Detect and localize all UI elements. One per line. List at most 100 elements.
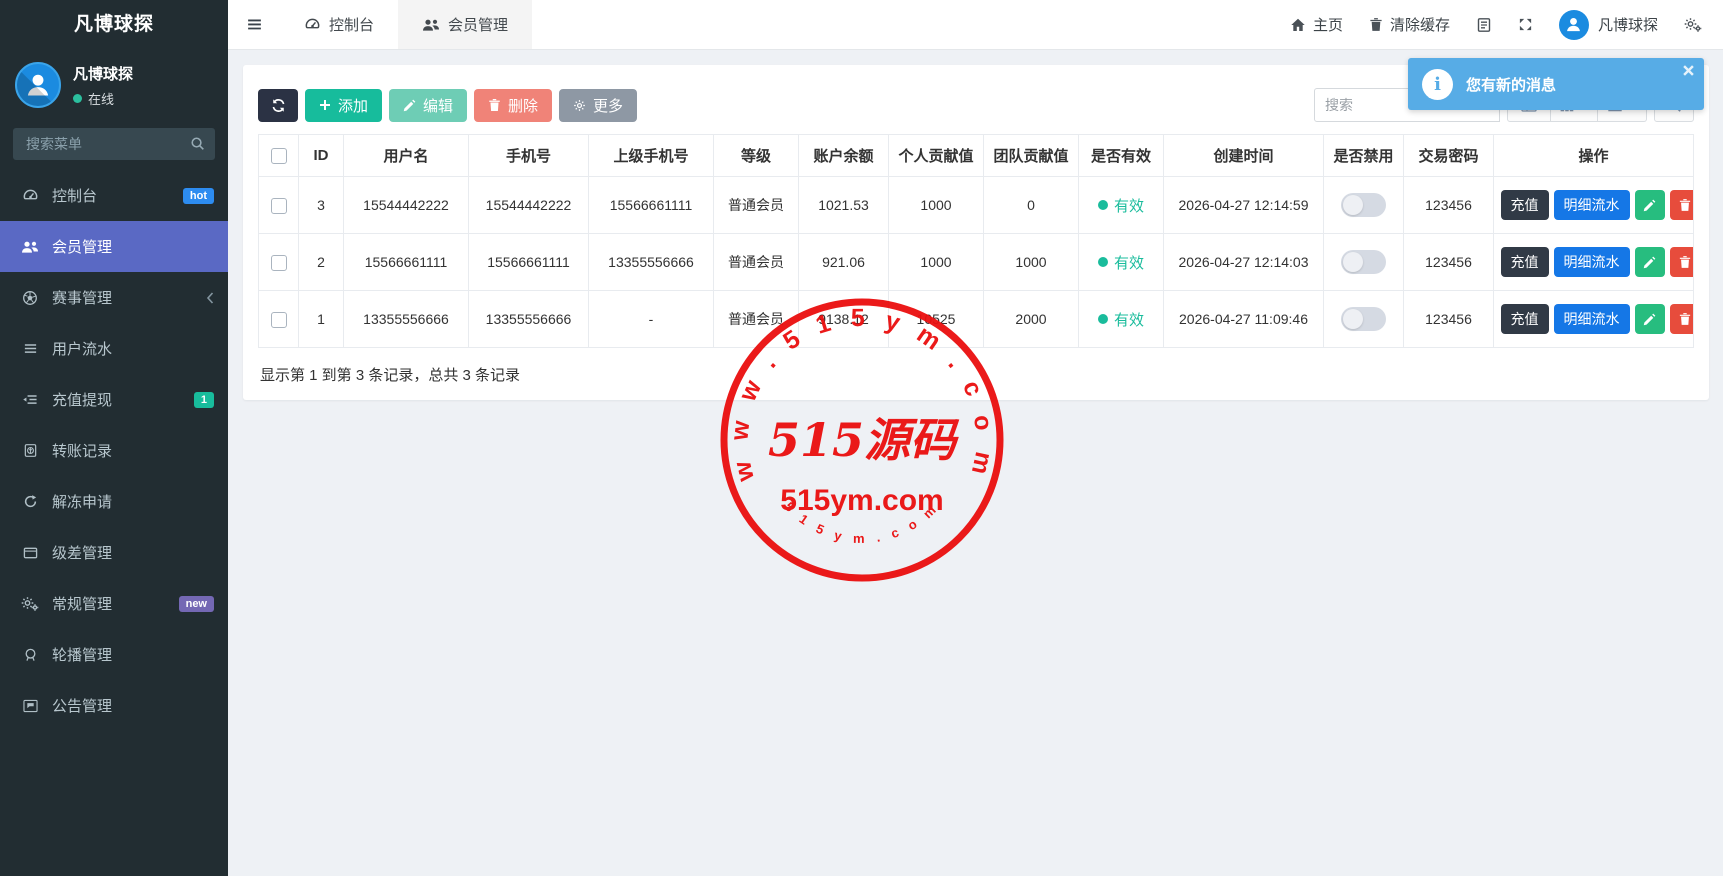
more-label: 更多	[593, 95, 623, 116]
sidebar-item-2[interactable]: 会员管理	[0, 221, 228, 272]
sidebar-item-3[interactable]: 赛事管理	[0, 272, 228, 323]
cell-parent-phone: 15566661111	[589, 177, 714, 234]
add-button[interactable]: 添加	[305, 89, 382, 122]
column-header: 账户余额	[799, 135, 889, 177]
sidebar-item-9[interactable]: 常规管理new	[0, 578, 228, 629]
column-header: 等级	[714, 135, 799, 177]
column-header: 操作	[1494, 135, 1694, 177]
cell-parent-phone: -	[589, 291, 714, 348]
edit-button[interactable]: 编辑	[389, 89, 467, 122]
select-all-cell	[259, 135, 299, 177]
sidebar: 凡博球探 凡博球探 在线 控制台hot 会员管理赛事管理用户流水充值提现1 转账记录…	[0, 0, 228, 876]
user-panel: 凡博球探 在线	[0, 50, 228, 122]
close-icon[interactable]	[1683, 65, 1694, 76]
edit-row-button[interactable]	[1635, 304, 1665, 334]
delete-row-button[interactable]	[1670, 190, 1694, 220]
cell-valid: 有效	[1079, 234, 1164, 291]
online-label: 在线	[88, 89, 114, 108]
sidebar-item-label: 转账记录	[52, 440, 112, 461]
sidebar-item-label: 控制台	[52, 185, 97, 206]
edit-row-button[interactable]	[1635, 247, 1665, 277]
sidebar-item-label: 用户流水	[52, 338, 112, 359]
table-row: 11335555666613355556666-普通会员9138.1210525…	[259, 291, 1694, 348]
refresh-button[interactable]	[258, 89, 298, 122]
row-checkbox[interactable]	[271, 255, 287, 271]
cell-level: 普通会员	[714, 177, 799, 234]
tab-bar: 控制台会员管理	[280, 0, 532, 49]
cell-balance: 921.06	[799, 234, 889, 291]
tab-1[interactable]: 控制台	[280, 0, 398, 49]
topbar-right: 主页 清除缓存 凡博球探	[1290, 0, 1723, 49]
chevron-left-icon	[206, 292, 214, 304]
gears-icon[interactable]	[1684, 17, 1702, 33]
disable-toggle[interactable]	[1341, 307, 1386, 331]
disable-toggle[interactable]	[1341, 250, 1386, 274]
sidebar-item-7[interactable]: 解冻申请	[0, 476, 228, 527]
home-link[interactable]: 主页	[1290, 14, 1343, 35]
toast-message: 您有新的消息	[1466, 74, 1556, 95]
cell-disabled	[1324, 291, 1404, 348]
recharge-button[interactable]: 充值	[1501, 190, 1549, 220]
carousel-icon	[18, 647, 42, 663]
delete-row-button[interactable]	[1670, 304, 1694, 334]
cell-level: 普通会员	[714, 291, 799, 348]
tab-2[interactable]: 会员管理	[398, 0, 532, 49]
notification-toast: i 您有新的消息	[1408, 58, 1704, 110]
cell-username: 13355556666	[344, 291, 469, 348]
row-checkbox[interactable]	[271, 312, 287, 328]
cell-level: 普通会员	[714, 234, 799, 291]
recharge-button[interactable]: 充值	[1501, 247, 1549, 277]
user-name: 凡博球探	[73, 63, 133, 84]
delete-button[interactable]: 删除	[474, 89, 552, 122]
detail-flow-button[interactable]: 明细流水	[1554, 247, 1630, 277]
topbar: 控制台会员管理 主页 清除缓存	[228, 0, 1723, 50]
avatar	[1559, 10, 1589, 40]
search-icon[interactable]	[190, 136, 205, 156]
sidebar-item-6[interactable]: 转账记录	[0, 425, 228, 476]
row-checkbox[interactable]	[271, 198, 287, 214]
edit-label: 编辑	[423, 95, 453, 116]
column-header: 是否有效	[1079, 135, 1164, 177]
cell-username: 15544442222	[344, 177, 469, 234]
cell-actions: 充值明细流水	[1494, 177, 1694, 234]
recharge-button[interactable]: 充值	[1501, 304, 1549, 334]
select-all-checkbox[interactable]	[271, 148, 287, 164]
sidebar-search-input[interactable]	[13, 128, 215, 160]
sidebar-item-label: 公告管理	[52, 695, 112, 716]
sidebar-item-8[interactable]: 级差管理	[0, 527, 228, 578]
edit-row-button[interactable]	[1635, 190, 1665, 220]
more-button[interactable]: 更多	[559, 89, 637, 122]
sidebar-item-11[interactable]: 公告管理	[0, 680, 228, 731]
valid-dot-icon	[1098, 200, 1108, 210]
sidebar-item-5[interactable]: 充值提现1	[0, 374, 228, 425]
table-row: 2155666611111556666111113355556666普通会员92…	[259, 234, 1694, 291]
topbar-user[interactable]: 凡博球探	[1559, 10, 1658, 40]
cell-password: 123456	[1404, 234, 1494, 291]
expand-icon[interactable]	[1518, 17, 1533, 32]
disable-toggle[interactable]	[1341, 193, 1386, 217]
dashboard-icon	[18, 188, 42, 203]
sidebar-item-label: 会员管理	[52, 236, 112, 257]
clear-cache-link[interactable]: 清除缓存	[1369, 14, 1450, 35]
cell-actions: 充值明细流水	[1494, 291, 1694, 348]
cell-personal-value: 10525	[889, 291, 984, 348]
brand-title: 凡博球探	[0, 0, 228, 50]
delete-label: 删除	[508, 95, 538, 116]
column-header: 用户名	[344, 135, 469, 177]
pencil-icon	[403, 99, 416, 112]
cell-username: 15566661111	[344, 234, 469, 291]
detail-flow-button[interactable]: 明细流水	[1554, 304, 1630, 334]
cell-disabled	[1324, 177, 1404, 234]
sidebar-item-1[interactable]: 控制台hot	[0, 170, 228, 221]
hamburger-icon[interactable]	[228, 0, 280, 49]
trash-icon	[1369, 17, 1383, 32]
valid-dot-icon	[1098, 257, 1108, 267]
column-header: 上级手机号	[589, 135, 714, 177]
sidebar-item-4[interactable]: 用户流水	[0, 323, 228, 374]
delete-row-button[interactable]	[1670, 247, 1694, 277]
sidebar-item-10[interactable]: 轮播管理	[0, 629, 228, 680]
column-header: ID	[299, 135, 344, 177]
document-icon[interactable]	[1476, 17, 1492, 33]
detail-flow-button[interactable]: 明细流水	[1554, 190, 1630, 220]
home-icon	[1290, 17, 1306, 33]
